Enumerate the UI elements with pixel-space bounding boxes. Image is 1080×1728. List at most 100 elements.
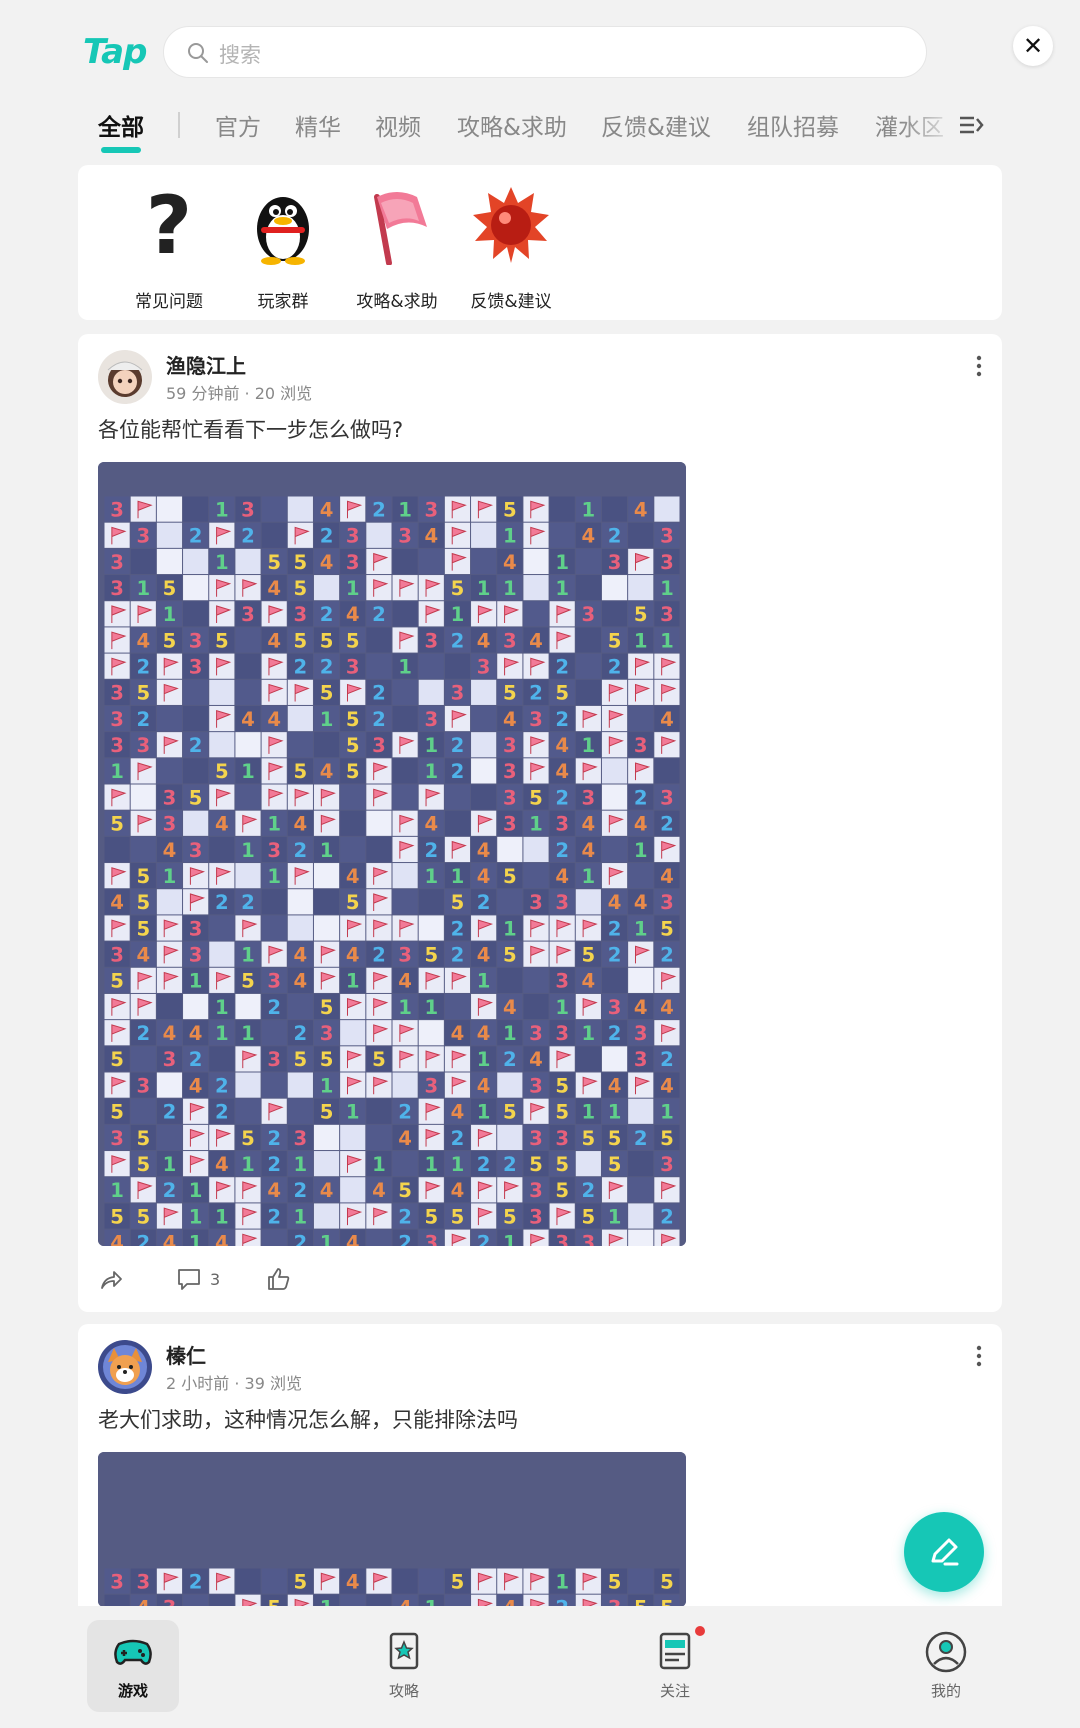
tap-logo[interactable]: Tap [83, 32, 147, 72]
nav-games[interactable]: 游戏 [87, 1620, 179, 1712]
quick-link-faq[interactable]: ? 常见问题 [114, 179, 224, 312]
tab-menu-icon[interactable] [958, 112, 984, 138]
svg-text:1: 1 [477, 970, 491, 993]
svg-text:5: 5 [451, 891, 465, 914]
svg-text:2: 2 [608, 1022, 622, 1045]
svg-text:3: 3 [529, 1074, 543, 1097]
svg-text:3: 3 [241, 603, 255, 626]
svg-text:2: 2 [372, 498, 386, 521]
post-image[interactable]: 33254515543514142355 [98, 1452, 686, 1607]
avatar[interactable] [98, 350, 152, 404]
svg-text:1: 1 [398, 996, 412, 1019]
gamepad-icon [114, 1639, 152, 1665]
tab-video[interactable]: 视频 [375, 108, 421, 142]
tab-team-recruit[interactable]: 组队招募 [747, 108, 839, 142]
svg-text:3: 3 [398, 525, 412, 548]
tab-featured[interactable]: 精华 [295, 108, 341, 142]
meta-separator: · [244, 384, 255, 403]
like-button[interactable] [266, 1266, 292, 1292]
share-button[interactable] [98, 1266, 124, 1292]
close-button[interactable]: ✕ [1013, 26, 1053, 66]
svg-text:5: 5 [294, 1048, 308, 1071]
svg-text:3: 3 [267, 1048, 281, 1071]
svg-text:4: 4 [503, 996, 517, 1019]
svg-text:4: 4 [451, 1022, 465, 1045]
tab-guides-help[interactable]: 攻略&求助 [457, 108, 567, 142]
svg-text:3: 3 [320, 1022, 334, 1045]
svg-text:4: 4 [136, 944, 150, 967]
svg-text:1: 1 [477, 1101, 491, 1124]
svg-text:5: 5 [320, 1048, 334, 1071]
svg-text:1: 1 [451, 1153, 465, 1176]
more-options-icon[interactable] [976, 354, 982, 378]
svg-text:1: 1 [424, 1153, 438, 1176]
svg-text:3: 3 [267, 970, 281, 993]
nav-label: 关注 [659, 1682, 690, 1700]
post-meta: 2 小时前 · 39 浏览 [166, 1370, 302, 1394]
svg-text:3: 3 [110, 944, 124, 967]
svg-text:1: 1 [582, 865, 596, 888]
tab-all[interactable]: 全部 [98, 108, 144, 142]
svg-text:1: 1 [555, 1570, 569, 1593]
svg-text:5: 5 [136, 891, 150, 914]
post-card[interactable]: 渔隐江上 59 分钟前 · 20 浏览 各位能帮忙看看下一步怎么做吗? 3134… [78, 334, 1002, 1312]
post-meta: 59 分钟前 · 20 浏览 [166, 380, 312, 404]
svg-text:4: 4 [451, 1101, 465, 1124]
svg-text:1: 1 [189, 1232, 203, 1246]
quick-link-player-group[interactable]: 玩家群 [228, 185, 338, 312]
quick-link-guides[interactable]: 攻略&求助 [342, 185, 452, 312]
svg-text:5: 5 [320, 1101, 334, 1124]
avatar[interactable] [98, 1340, 152, 1394]
svg-text:3: 3 [398, 944, 412, 967]
svg-text:1: 1 [320, 1074, 334, 1097]
nav-guides[interactable]: 攻略 [358, 1620, 450, 1712]
svg-text:4: 4 [110, 891, 124, 914]
more-options-icon[interactable] [976, 1344, 982, 1368]
nav-follow[interactable]: 关注 [629, 1620, 721, 1712]
svg-text:4: 4 [241, 708, 255, 731]
post-author[interactable]: 渔隐江上 [166, 350, 246, 379]
svg-text:2: 2 [398, 1232, 412, 1246]
svg-text:3: 3 [136, 1570, 150, 1593]
post-image[interactable]: 3134213514322233414233155434133315451511… [98, 462, 686, 1246]
post-author[interactable]: 榛仁 [166, 1340, 206, 1369]
svg-text:4: 4 [555, 865, 569, 888]
svg-text:1: 1 [634, 839, 648, 862]
post-title[interactable]: 老大们求助，这种情况怎么解，只能排除法吗 [98, 1404, 518, 1434]
tab-official[interactable]: 官方 [215, 108, 261, 142]
svg-text:1: 1 [660, 577, 674, 600]
svg-text:3: 3 [477, 656, 491, 679]
svg-text:2: 2 [189, 1048, 203, 1071]
svg-text:5: 5 [241, 970, 255, 993]
nav-profile[interactable]: 我的 [900, 1620, 992, 1712]
post-title[interactable]: 各位能帮忙看看下一步怎么做吗? [98, 414, 403, 444]
compose-post-button[interactable] [904, 1512, 984, 1592]
svg-text:4: 4 [346, 1570, 360, 1593]
svg-text:4: 4 [660, 1074, 674, 1097]
svg-text:2: 2 [215, 891, 229, 914]
svg-text:5: 5 [660, 917, 674, 940]
svg-text:5: 5 [136, 682, 150, 705]
svg-text:?: ? [146, 185, 192, 265]
svg-text:3: 3 [555, 970, 569, 993]
svg-text:1: 1 [294, 1205, 308, 1228]
comment-button[interactable]: 3 [176, 1266, 220, 1292]
svg-text:1: 1 [608, 1101, 622, 1124]
svg-text:3: 3 [634, 1022, 648, 1045]
search-bar[interactable]: 搜索 [163, 26, 927, 78]
svg-text:4: 4 [477, 1022, 491, 1045]
svg-text:3: 3 [424, 708, 438, 731]
tab-feedback[interactable]: 反馈&建议 [601, 108, 711, 142]
svg-text:3: 3 [555, 813, 569, 836]
svg-text:2: 2 [136, 656, 150, 679]
quick-link-feedback[interactable]: 反馈&建议 [456, 185, 566, 312]
svg-text:1: 1 [503, 1022, 517, 1045]
meta-separator: · [234, 1374, 245, 1393]
question-mark-icon: ? [146, 179, 192, 272]
svg-text:3: 3 [163, 786, 177, 809]
svg-text:5: 5 [346, 629, 360, 652]
svg-text:5: 5 [608, 629, 622, 652]
follow-icon [659, 1632, 691, 1670]
svg-text:2: 2 [477, 1153, 491, 1176]
svg-text:3: 3 [582, 786, 596, 809]
